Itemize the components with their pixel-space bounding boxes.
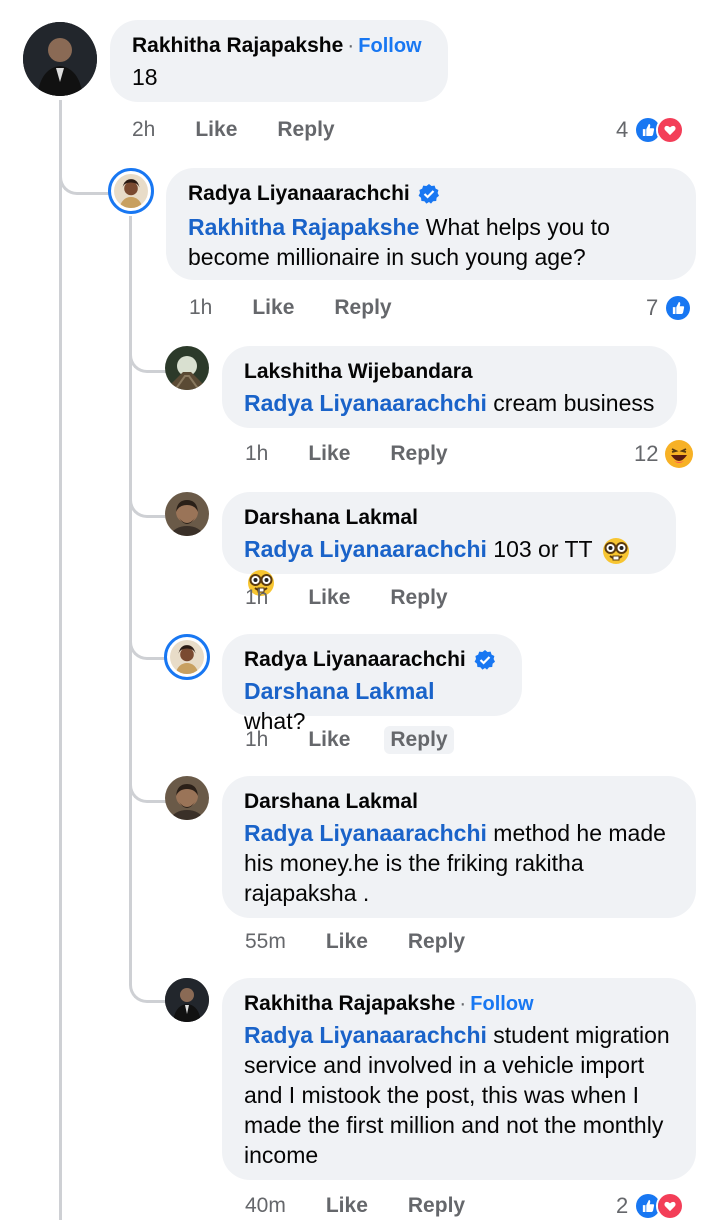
reaction-summary[interactable]: 7 (646, 292, 693, 324)
reaction-summary[interactable]: 4 (616, 114, 685, 146)
avatar[interactable] (165, 346, 209, 390)
author-name[interactable]: Darshana Lakmal (244, 788, 418, 816)
reaction-count: 2 (616, 1193, 629, 1218)
mention-link[interactable]: Darshana Lakmal (244, 678, 434, 704)
comment-bubble: Radya Liyanaarachchi Rakhitha Rajapakshe… (166, 168, 696, 280)
thread-connector (129, 475, 166, 518)
comment-bubble: Rakhitha Rajapakshe · Follow 18 (110, 20, 448, 102)
comment-actions: 1h Like Reply (189, 292, 432, 324)
comment-actions: 2h Like Reply (132, 114, 375, 146)
like-button[interactable]: Like (308, 442, 350, 466)
mention-link[interactable]: Radya Liyanaarachchi (244, 390, 487, 416)
timestamp[interactable]: 1h (245, 728, 268, 752)
comment-text: Radya Liyanaarachchi student migration s… (244, 1022, 670, 1168)
verified-badge-icon (418, 183, 440, 205)
comment-text: Radya Liyanaarachchi cream business (244, 390, 655, 416)
reply-button[interactable]: Reply (384, 726, 454, 754)
comment-actions: 55m Like Reply (245, 926, 505, 958)
nerd-glasses-emoji (601, 536, 631, 566)
reaction-count: 4 (616, 117, 629, 142)
comment-bubble: Radya Liyanaarachchi Darshana Lakmal wha… (222, 634, 522, 734)
avatar[interactable] (165, 492, 209, 536)
timestamp[interactable]: 1h (245, 586, 268, 610)
mention-link[interactable]: Radya Liyanaarachchi (244, 536, 487, 562)
reply-button[interactable]: Reply (277, 118, 334, 142)
comment-actions: 40m Like Reply (245, 1190, 505, 1222)
comment-text: Radya Liyanaarachchi method he made his … (244, 820, 666, 906)
reaction-count: 12 (634, 441, 659, 466)
author-name[interactable]: Radya Liyanaarachchi (188, 180, 410, 208)
like-button[interactable]: Like (308, 728, 350, 752)
comment-actions: 1h Like Reply (245, 438, 488, 470)
timestamp[interactable]: 2h (132, 118, 155, 142)
comment-text: Rakhitha Rajapakshe What helps you to be… (188, 214, 610, 270)
thread-connector (129, 960, 166, 1003)
comment-actions: 1h Like Reply (245, 724, 494, 756)
like-button[interactable]: Like (252, 296, 294, 320)
like-button[interactable]: Like (308, 586, 350, 610)
thread-connector (129, 617, 166, 660)
reply-button[interactable]: Reply (408, 930, 465, 954)
reaction-summary[interactable]: 2 (616, 1190, 685, 1222)
follow-button[interactable]: Follow (358, 32, 421, 60)
timestamp[interactable]: 55m (245, 930, 286, 954)
avatar[interactable] (23, 22, 97, 96)
comment-bubble: Lakshitha Wijebandara Radya Liyanaarachc… (222, 346, 677, 428)
comment-text: 18 (132, 64, 158, 90)
separator-dot: · (459, 992, 467, 1015)
avatar[interactable] (164, 634, 210, 680)
comment-thread: Rakhitha Rajapakshe · Follow 18 2h Like … (0, 0, 720, 1220)
thread-connector (59, 140, 110, 195)
reply-button[interactable]: Reply (390, 442, 447, 466)
comment-actions: 1h Like Reply (245, 582, 488, 614)
love-icon (656, 116, 685, 144)
like-button[interactable]: Like (326, 930, 368, 954)
reply-button[interactable]: Reply (334, 296, 391, 320)
author-name[interactable]: Lakshitha Wijebandara (244, 358, 473, 386)
reaction-count: 7 (646, 295, 659, 320)
mention-link[interactable]: Radya Liyanaarachchi (244, 1022, 487, 1048)
comment-bubble: Darshana Lakmal Radya Liyanaarachchi met… (222, 776, 696, 918)
timestamp[interactable]: 1h (245, 442, 268, 466)
author-name[interactable]: Rakhitha Rajapakshe (244, 990, 455, 1018)
like-button[interactable]: Like (326, 1194, 368, 1218)
mention-link[interactable]: Radya Liyanaarachchi (244, 820, 487, 846)
author-name[interactable]: Rakhitha Rajapakshe (132, 32, 343, 60)
love-icon (656, 1192, 685, 1220)
timestamp[interactable]: 40m (245, 1194, 286, 1218)
like-button[interactable]: Like (195, 118, 237, 142)
author-name[interactable]: Darshana Lakmal (244, 504, 418, 532)
separator-dot: · (347, 34, 355, 57)
follow-button[interactable]: Follow (470, 990, 533, 1018)
reply-button[interactable]: Reply (408, 1194, 465, 1218)
comment-bubble: Darshana Lakmal Radya Liyanaarachchi 103… (222, 492, 676, 596)
avatar[interactable] (108, 168, 154, 214)
comment-bubble: Rakhitha Rajapakshe · Follow Radya Liyan… (222, 978, 696, 1180)
haha-icon (664, 439, 694, 469)
thread-line-root (59, 100, 62, 1220)
verified-badge-icon (474, 649, 496, 671)
like-icon (664, 294, 693, 322)
reply-button[interactable]: Reply (390, 586, 447, 610)
avatar[interactable] (165, 978, 209, 1022)
mention-link[interactable]: Rakhitha Rajapakshe (188, 214, 419, 240)
thread-connector (129, 330, 166, 373)
thread-connector (129, 760, 166, 803)
author-name[interactable]: Radya Liyanaarachchi (244, 646, 466, 674)
reaction-summary[interactable]: 12 (634, 438, 694, 470)
avatar[interactable] (165, 776, 209, 820)
timestamp[interactable]: 1h (189, 296, 212, 320)
